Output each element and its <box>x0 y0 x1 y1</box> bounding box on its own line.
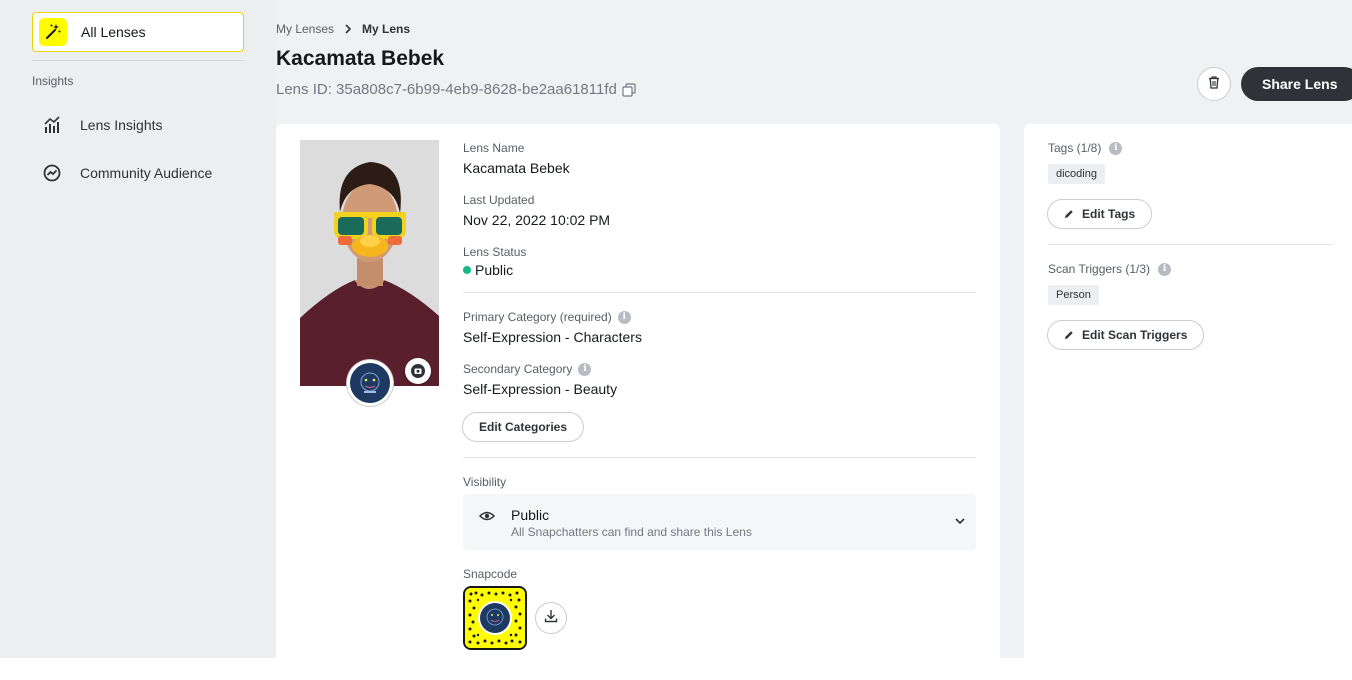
copy-icon[interactable] <box>622 82 636 97</box>
app-root: All Lenses Insights Lens Insights Commun… <box>0 0 1352 658</box>
magic-wand-icon <box>39 18 67 46</box>
edit-scan-triggers-label: Edit Scan Triggers <box>1082 328 1188 342</box>
camera-icon[interactable] <box>405 358 431 384</box>
breadcrumb-current: My Lens <box>362 22 411 36</box>
edit-scan-triggers-button[interactable]: Edit Scan Triggers <box>1047 320 1205 350</box>
info-icon[interactable]: i <box>617 310 631 324</box>
last-updated-label: Last Updated <box>463 193 535 207</box>
sidebar-item-community-audience[interactable]: Community Audience <box>42 161 212 185</box>
scan-triggers-label-text: Scan Triggers (1/3) <box>1048 262 1151 276</box>
bar-chart-icon <box>42 115 62 135</box>
chevron-down-icon <box>954 514 966 532</box>
sidebar-item-label: Lens Insights <box>80 117 163 133</box>
secondary-category-value: Self-Expression - Beauty <box>463 381 618 397</box>
lens-name-label: Lens Name <box>463 141 525 155</box>
pencil-icon <box>1064 209 1074 219</box>
lens-icon-avatar[interactable] <box>347 360 393 406</box>
download-icon <box>544 609 558 628</box>
secondary-category-label: Secondary Category i <box>463 362 592 376</box>
info-icon[interactable]: i <box>1109 141 1123 155</box>
edit-categories-button[interactable]: Edit Categories <box>462 412 585 442</box>
chevron-right-icon <box>344 24 352 34</box>
lens-status-value: Public <box>475 262 514 278</box>
tags-label: Tags (1/8) i <box>1048 141 1123 155</box>
trash-icon <box>1207 75 1221 94</box>
last-updated-value: Nov 22, 2022 10:02 PM <box>463 212 611 228</box>
lens-status-label: Lens Status <box>463 245 527 259</box>
info-icon[interactable]: i <box>1158 262 1172 276</box>
breadcrumb: My Lenses My Lens <box>276 22 410 36</box>
snapcode-label: Snapcode <box>463 567 518 581</box>
share-lens-button[interactable]: Share Lens <box>1241 67 1352 101</box>
sidebar-divider <box>32 60 244 61</box>
visibility-value: Public <box>511 507 550 523</box>
trend-circle-icon <box>42 163 62 183</box>
breadcrumb-parent-link[interactable]: My Lenses <box>276 22 334 36</box>
sidebar: All Lenses Insights Lens Insights Commun… <box>0 0 276 658</box>
all-lenses-button[interactable]: All Lenses <box>32 12 244 52</box>
scan-trigger-chip: Person <box>1048 285 1099 305</box>
divider <box>463 457 976 458</box>
sidebar-item-label: Community Audience <box>80 165 213 181</box>
tags-label-text: Tags (1/8) <box>1048 141 1102 155</box>
snapcode-image <box>463 586 527 650</box>
lens-id-text: Lens ID: 35a808c7-6b99-4eb9-8628-be2aa61… <box>276 81 617 98</box>
eye-icon <box>478 509 496 528</box>
divider <box>1048 244 1332 245</box>
lens-details-card: Lens Name Kacamata Bebek Last Updated No… <box>276 124 1000 658</box>
edit-tags-label: Edit Tags <box>1082 207 1136 221</box>
lens-status: Public <box>463 262 513 278</box>
pencil-icon <box>1064 330 1074 340</box>
visibility-description: All Snapchatters can find and share this… <box>511 525 752 539</box>
edit-tags-button[interactable]: Edit Tags <box>1047 199 1153 229</box>
divider <box>463 292 976 293</box>
status-dot <box>463 266 471 274</box>
secondary-category-label-text: Secondary Category <box>463 362 573 376</box>
lens-id: Lens ID: 35a808c7-6b99-4eb9-8628-be2aa61… <box>276 81 636 98</box>
page-title: Kacamata Bebek <box>276 47 445 70</box>
visibility-dropdown[interactable]: Public All Snapchatters can find and sha… <box>463 494 976 550</box>
lens-preview-image <box>300 140 439 386</box>
scan-triggers-label: Scan Triggers (1/3) i <box>1048 262 1172 276</box>
download-snapcode-button[interactable] <box>535 602 567 634</box>
sidebar-item-lens-insights[interactable]: Lens Insights <box>42 113 163 137</box>
lens-name-value: Kacamata Bebek <box>463 160 570 176</box>
delete-lens-button[interactable] <box>1197 67 1231 101</box>
tag-chip: dicoding <box>1048 164 1105 184</box>
sidebar-section-title: Insights <box>32 74 74 88</box>
all-lenses-label: All Lenses <box>81 24 146 40</box>
primary-category-label-text: Primary Category (required) <box>463 310 612 324</box>
primary-category-label: Primary Category (required) i <box>463 310 631 324</box>
visibility-label: Visibility <box>463 475 507 489</box>
info-icon[interactable]: i <box>578 362 592 376</box>
primary-category-value: Self-Expression - Characters <box>463 329 642 345</box>
tags-card: Tags (1/8) i dicoding Edit Tags Scan Tri… <box>1024 124 1352 658</box>
